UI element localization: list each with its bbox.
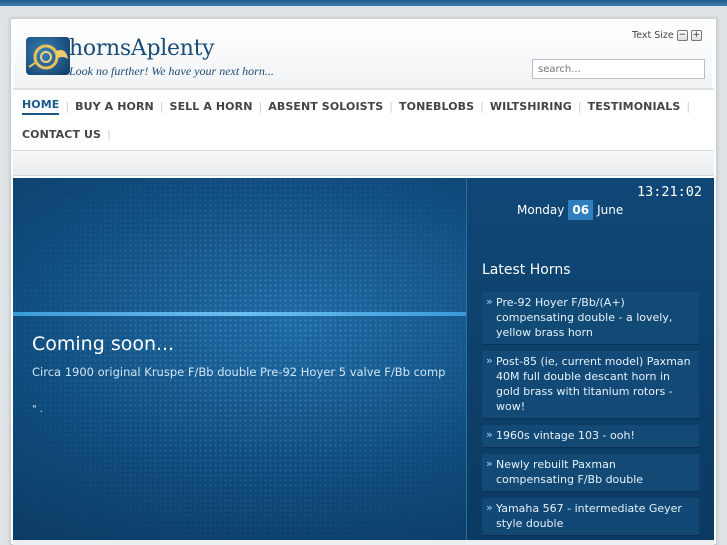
nav-item-home[interactable]: HOME bbox=[22, 98, 60, 115]
clock-time: 13:21:02 bbox=[636, 184, 702, 200]
latest-horns-list: » Pre-92 Hoyer F/Bb/(A+) compensating do… bbox=[482, 292, 699, 540]
coming-soon-more: " . bbox=[32, 404, 43, 415]
site-tagline: Look no further! We have your next horn.… bbox=[69, 64, 274, 78]
nav-separator: | bbox=[258, 100, 263, 113]
nav-row-secondary: CONTACT US | bbox=[22, 128, 117, 141]
text-size-decrease-button[interactable]: − bbox=[676, 30, 688, 41]
nav-item-absent-soloists[interactable]: ABSENT SOLOISTS bbox=[268, 100, 383, 113]
hero-divider-line bbox=[13, 312, 466, 316]
text-size-control: Text Size − + bbox=[632, 30, 702, 41]
latest-horn-item[interactable]: » Pre-92 Hoyer F/Bb/(A+) compensating do… bbox=[482, 292, 699, 345]
bullet-icon: » bbox=[486, 457, 493, 470]
top-bar bbox=[0, 0, 727, 6]
nav-separator: | bbox=[577, 100, 582, 113]
latest-horn-link[interactable]: Newly rebuilt Paxman compensating F/Bb d… bbox=[496, 458, 643, 486]
nav-separator: | bbox=[480, 100, 484, 113]
latest-horn-item[interactable]: » Yamaha 567 - intermediate Geyer style … bbox=[482, 498, 699, 536]
sub-bar bbox=[13, 150, 714, 176]
coming-soon-description: Circa 1900 original Kruspe F/Bb double P… bbox=[32, 365, 446, 379]
latest-horn-link[interactable]: Post-85 (ie, current model) Paxman 40M f… bbox=[496, 355, 691, 413]
latest-horn-item[interactable]: » 1960s vintage 103 - ooh! bbox=[482, 425, 699, 448]
nav-item-contact-us[interactable]: CONTACT US bbox=[22, 128, 101, 141]
text-size-label: Text Size bbox=[632, 30, 674, 41]
nav-row-primary: HOME | BUY A HORN | SELL A HORN | ABSENT… bbox=[22, 98, 696, 115]
text-size-increase-button[interactable]: + bbox=[690, 30, 702, 41]
world-map-dots bbox=[13, 178, 466, 540]
bullet-icon: » bbox=[486, 354, 493, 367]
nav-separator: | bbox=[107, 128, 111, 141]
nav-separator: | bbox=[389, 100, 394, 113]
nav-separator: | bbox=[65, 100, 70, 113]
coming-soon-title: Coming soon... bbox=[32, 333, 175, 355]
nav-item-sell-a-horn[interactable]: SELL A HORN bbox=[170, 100, 253, 113]
latest-horn-link[interactable]: Pre-92 Hoyer F/Bb/(A+) compensating doub… bbox=[496, 296, 672, 339]
latest-horn-link[interactable]: Yamaha 567 - intermediate Geyer style do… bbox=[496, 502, 682, 530]
latest-horn-item[interactable]: » Post-85 (ie, current model) Paxman 40M… bbox=[482, 351, 699, 419]
bullet-icon: » bbox=[486, 428, 493, 441]
nav-item-wiltshiring[interactable]: WILTSHIRING bbox=[490, 100, 572, 113]
bullet-icon: » bbox=[486, 295, 493, 308]
nav-item-buy-a-horn[interactable]: BUY A HORN bbox=[75, 100, 154, 113]
footer-strip bbox=[13, 540, 714, 545]
nav-separator: | bbox=[159, 100, 164, 113]
latest-horns-title: Latest Horns bbox=[482, 262, 571, 278]
nav-item-testimonials[interactable]: TESTIMONIALS bbox=[588, 100, 681, 113]
site-title[interactable]: hornsAplenty bbox=[69, 36, 215, 61]
bullet-icon: » bbox=[486, 501, 493, 514]
latest-horn-item[interactable]: » Newly rebuilt Paxman compensating F/Bb… bbox=[482, 454, 699, 492]
date-month: June bbox=[597, 203, 624, 217]
latest-horns-panel: 13:21:02 Monday 06 June Latest Horns » P… bbox=[466, 178, 714, 540]
horn-logo-icon[interactable] bbox=[26, 37, 70, 75]
main-nav: HOME | BUY A HORN | SELL A HORN | ABSENT… bbox=[13, 88, 714, 148]
search-input[interactable] bbox=[532, 59, 705, 79]
hero-banner: Coming soon... Circa 1900 original Krusp… bbox=[13, 178, 714, 540]
date-weekday: Monday bbox=[517, 203, 565, 217]
date-day: 06 bbox=[568, 200, 594, 220]
date-display: Monday 06 June bbox=[517, 200, 623, 220]
nav-separator: | bbox=[686, 100, 691, 113]
nav-item-toneblobs[interactable]: TONEBLOBS bbox=[399, 100, 474, 113]
latest-horn-link[interactable]: 1960s vintage 103 - ooh! bbox=[496, 429, 635, 442]
